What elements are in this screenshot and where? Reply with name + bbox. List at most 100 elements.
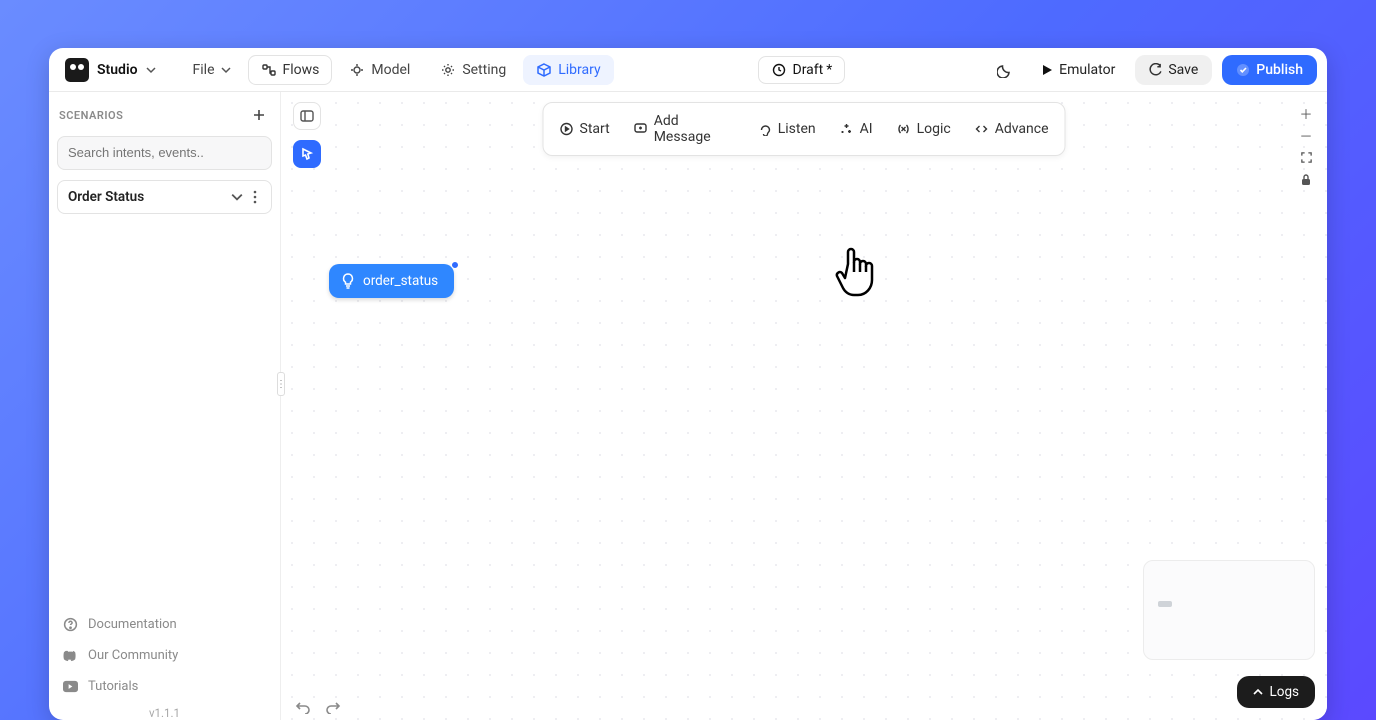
panel-toggle-button[interactable] [293,102,321,130]
community-label: Our Community [88,648,178,663]
save-label: Save [1168,62,1198,78]
drag-handle-icon: ⋮ [276,379,286,390]
toolbar-listen[interactable]: Listen [746,115,828,143]
app-window: Studio File Flows [49,48,1327,720]
sidebar-link-tutorials[interactable]: Tutorials [59,671,270,702]
lock-view-button[interactable] [1295,170,1317,188]
nav-setting-label: Setting [462,62,506,78]
robot-icon [65,58,89,82]
zoom-out-button[interactable]: － [1295,126,1317,144]
canvas-left-tools [293,102,321,168]
top-bar: Studio File Flows [49,48,1327,92]
sidebar-link-community[interactable]: Our Community [59,640,270,671]
brand-name: Studio [97,62,138,78]
add-message-label: Add Message [654,113,734,145]
gear-icon [440,62,456,78]
publish-button[interactable]: Publish [1222,55,1317,85]
discord-icon [63,648,78,663]
nav-model-label: Model [371,62,410,78]
toolbar-ai[interactable]: AI [828,115,885,143]
version-label: v1.1.1 [59,702,270,720]
top-center: Draft * [614,56,990,84]
sidebar-header: SCENARIOS [57,100,272,130]
theme-toggle[interactable] [989,54,1021,86]
help-circle-icon [63,617,78,632]
minimap-node-marker [1158,601,1172,607]
add-scenario-button[interactable] [248,104,270,126]
nav-file[interactable]: File [180,55,244,85]
tutorials-label: Tutorials [88,679,138,694]
emulator-button[interactable]: Emulator [1031,55,1125,85]
doc-label: Documentation [88,617,177,632]
listen-label: Listen [778,121,816,137]
pointer-tool-button[interactable] [293,140,321,168]
lightbulb-icon [341,273,355,289]
top-right: Emulator Save Publish [989,54,1317,86]
draft-status[interactable]: Draft * [758,56,846,84]
chevron-down-icon[interactable] [231,191,243,203]
emulator-label: Emulator [1059,62,1115,78]
flows-icon [261,62,277,78]
canvas-toolbar: Start Add Message Listen AI Logic [543,102,1066,156]
main-body: SCENARIOS Order Status [49,92,1327,720]
sidebar-link-documentation[interactable]: Documentation [59,609,270,640]
zoom-in-button[interactable]: ＋ [1295,104,1317,122]
sidebar-bottom: Documentation Our Community Tutorials v1… [57,605,272,720]
search-input-wrap[interactable] [57,136,272,170]
minimap[interactable] [1143,560,1315,660]
redo-button[interactable] [325,700,341,714]
top-nav: File Flows Model [180,55,614,85]
video-icon [63,679,78,694]
scenario-item-order-status[interactable]: Order Status [57,180,272,214]
sidebar-collapse-handle[interactable]: ⋮ [277,372,285,396]
undo-redo-group [295,700,341,714]
refresh-icon [1149,63,1162,76]
ear-icon [758,122,772,136]
toolbar-advance[interactable]: Advance [963,115,1061,143]
variable-icon [897,122,911,136]
model-icon [349,62,365,78]
nav-model[interactable]: Model [336,55,423,85]
play-icon [1041,64,1053,76]
kebab-icon[interactable] [249,190,261,204]
toolbar-start[interactable]: Start [548,115,622,143]
moon-icon [997,62,1013,78]
logic-label: Logic [917,121,951,137]
toolbar-logic[interactable]: Logic [885,115,963,143]
search-input[interactable] [68,145,261,160]
dirty-marker: * [826,62,832,78]
node-label: order_status [363,273,438,289]
canvas-zoom-tools: ＋ － [1295,104,1317,188]
logs-button[interactable]: Logs [1237,676,1315,708]
publish-label: Publish [1256,62,1303,78]
clock-icon [771,62,787,78]
start-label: Start [580,121,610,137]
nav-library[interactable]: Library [523,55,613,85]
chevron-down-icon [146,65,156,75]
save-button[interactable]: Save [1135,55,1212,85]
nav-file-label: File [193,62,215,78]
ai-label: AI [860,121,873,137]
nav-library-label: Library [558,62,600,78]
nav-flows-label: Flows [283,62,320,78]
check-circle-icon [1236,63,1250,77]
fit-view-button[interactable] [1295,148,1317,166]
library-icon [536,62,552,78]
node-output-port[interactable] [451,261,459,269]
hand-cursor-icon [831,240,881,300]
sparkle-icon [840,122,854,136]
scenarios-heading: SCENARIOS [59,109,123,122]
undo-button[interactable] [295,700,311,714]
brand-menu[interactable]: Studio [59,54,162,86]
toolbar-add-message[interactable]: Add Message [622,107,746,151]
scenario-name: Order Status [68,189,144,205]
code-icon [975,122,989,136]
advance-label: Advance [995,121,1049,137]
chevron-up-icon [1253,687,1263,697]
nav-setting[interactable]: Setting [427,55,519,85]
draft-label: Draft [793,62,824,78]
node-order-status[interactable]: order_status [329,264,454,298]
canvas[interactable]: ⋮ Start Add Message [281,92,1327,720]
nav-flows[interactable]: Flows [248,55,333,85]
play-circle-icon [560,122,574,136]
